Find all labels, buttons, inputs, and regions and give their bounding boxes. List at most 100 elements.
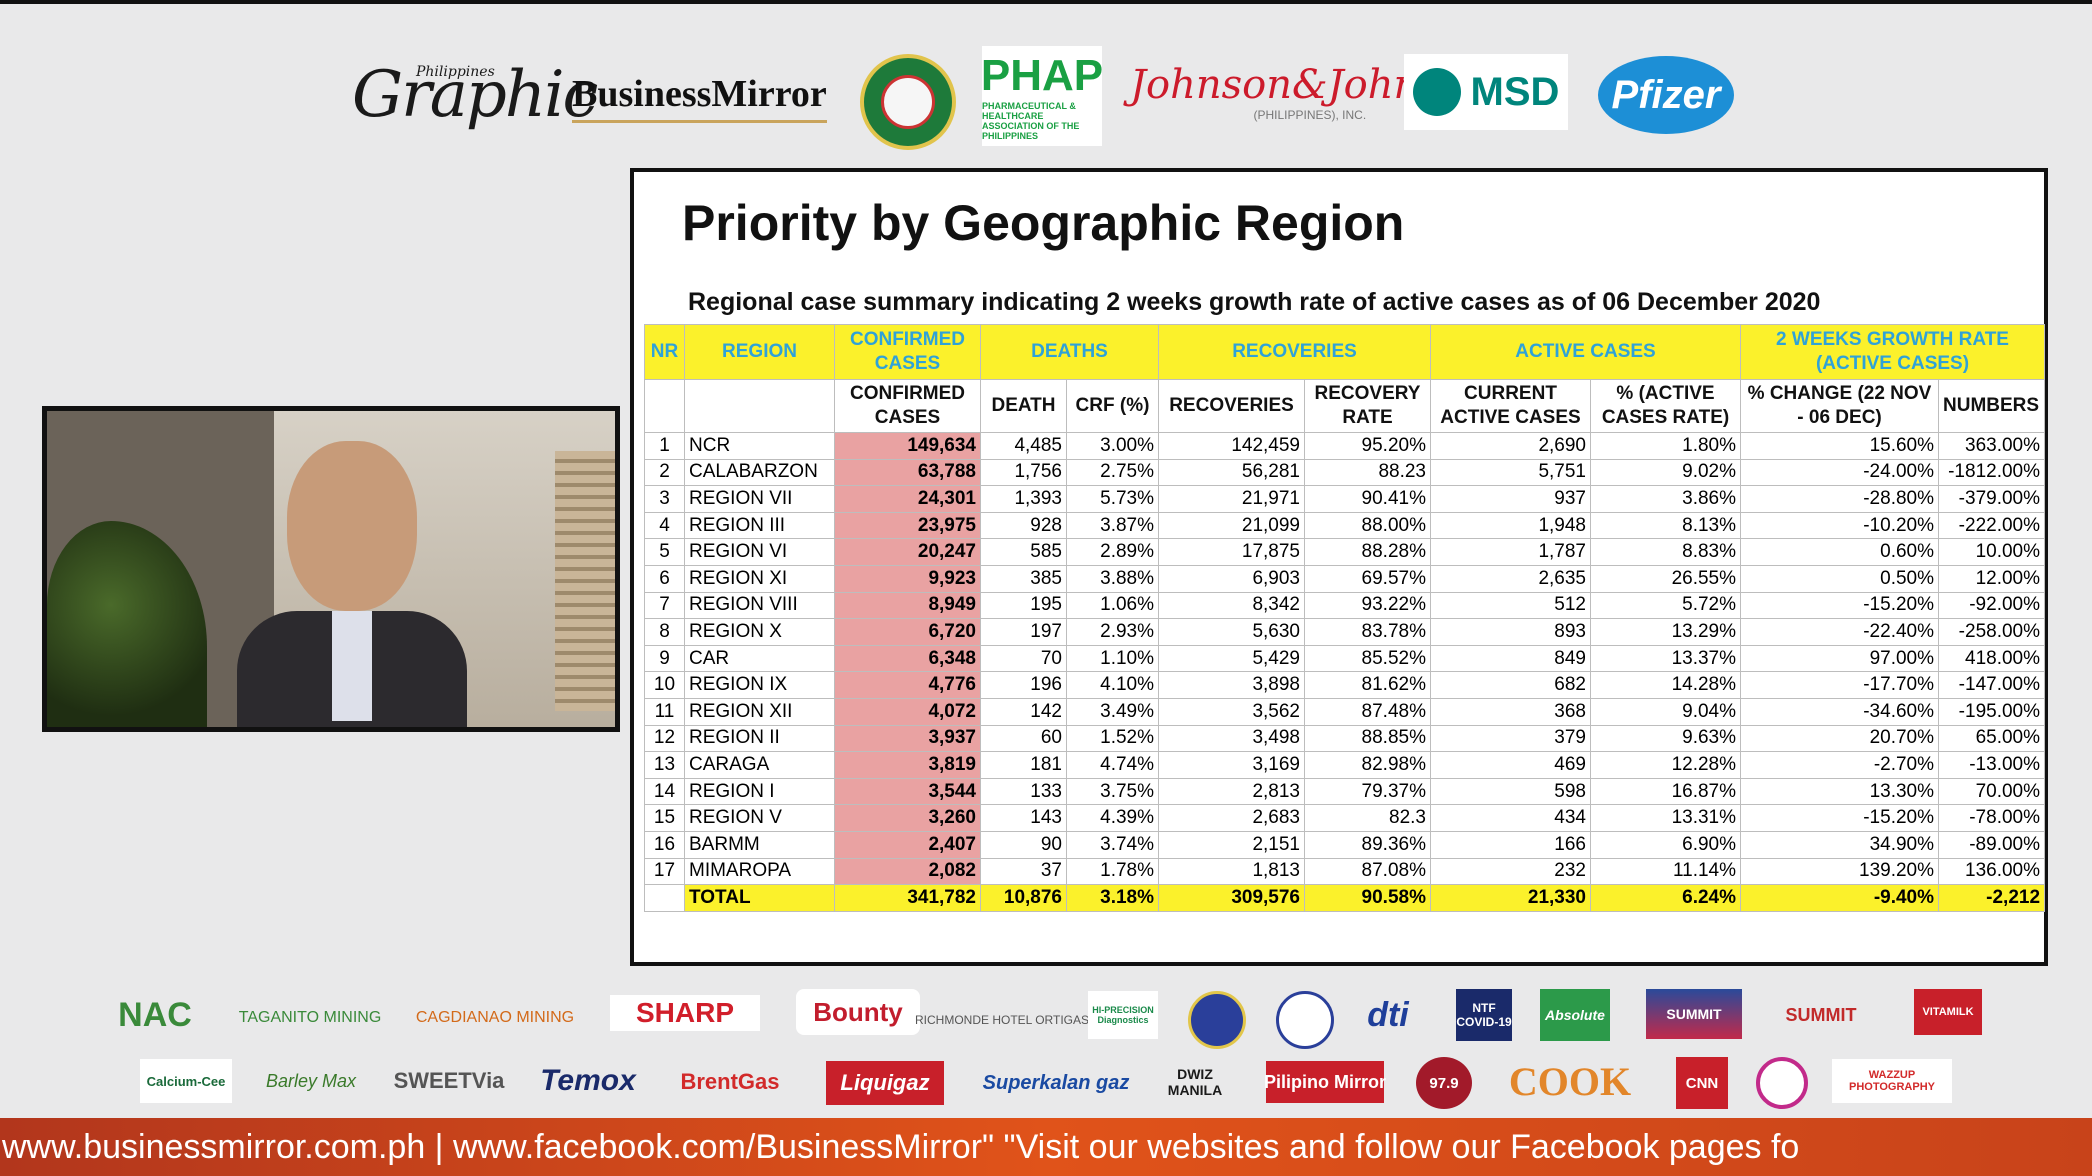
cagdianao-mining-logo: CAGDIANAO MINING [415,1009,575,1026]
cell-recoveries: 21,099 [1158,511,1305,540]
cell-death: 4,485 [980,432,1067,460]
superkalan-gaz-logo: Superkalan gaz [982,1071,1130,1094]
cell-numbers: -92.00% [1938,591,2046,620]
cell-confirmed: 2,407 [834,830,981,859]
cell-nr: 14 [644,777,685,806]
top-edge-bar [0,0,2092,4]
cell-pct_active: 1.80% [1589,432,1742,460]
cell-active: 682 [1430,671,1591,699]
sharp-logo: SHARP [610,995,760,1031]
table-row: 12 REGION II 3,937 60 1.52% 3,498 88.85% 379 9.6… [644,724,2046,753]
jnj-logo-small: (PHILIPPINES), INC. [1253,108,1367,122]
regional-case-table: NR REGION CONFIRMED CASES DEATHS RECOVER… [644,324,2046,912]
cell-death: 196 [980,671,1067,699]
cell-numbers: -89.00% [1938,830,2046,859]
cell-nr: 9 [644,644,685,673]
msd-mark-icon [1412,68,1461,116]
cell-death: 928 [980,511,1067,540]
cell-numbers: 12.00% [1938,564,2046,593]
cell-nr: 8 [644,618,685,646]
cell-pct_active: 16.87% [1589,777,1742,806]
cell-confirmed: 3,260 [834,804,981,832]
cell-recoveries: 1,813 [1158,857,1305,886]
sponsor-logos-bottom: NAC TAGANITO MINING CAGDIANAO MINING SHA… [90,985,1990,1115]
cell-recoveries: 56,281 [1158,458,1305,487]
cell-crf: 4.10% [1066,671,1159,699]
cell-rr: 81.62% [1304,671,1431,699]
cell-active: 434 [1430,804,1591,832]
cell-region: REGION XI [684,564,835,593]
total-recoveries: 309,576 [1158,884,1305,912]
cell-crf: 4.39% [1066,804,1159,832]
absolute-logo: Absolute [1540,989,1610,1041]
cell-numbers: -258.00% [1938,618,2046,646]
total-crf: 3.18% [1066,884,1159,912]
cell-active: 5,751 [1430,458,1591,487]
cell-pct_change: 0.60% [1740,538,1940,566]
col-deaths-group-header: DEATHS [980,324,1159,380]
cell-death: 195 [980,591,1067,620]
cell-rr: 69.57% [1304,564,1431,593]
cell-pct_change: 13.30% [1740,777,1940,806]
cell-death: 37 [980,857,1067,886]
table-row: 17 MIMAROPA 2,082 37 1.78% 1,813 87.08% 232 11.1… [644,857,2046,886]
cell-crf: 3.88% [1066,564,1159,593]
phap-logo-text: PHAP [980,51,1104,100]
cell-numbers: -1812.00% [1938,458,2046,487]
cell-pct_change: -10.20% [1740,511,1940,540]
table-row: 11 REGION XII 4,072 142 3.49% 3,562 87.48% 368 9… [644,697,2046,726]
cell-rr: 88.23 [1304,458,1431,487]
cell-recoveries: 2,151 [1158,830,1305,859]
cell-pct_change: -2.70% [1740,751,1940,779]
cell-pct_active: 9.63% [1589,724,1742,753]
cell-death: 585 [980,538,1067,566]
cell-confirmed: 23,975 [834,511,981,540]
cell-confirmed: 4,776 [834,671,981,699]
philippines-graphic-logo: Philippines Graphic [352,58,598,132]
cell-rr: 95.20% [1304,432,1431,460]
cell-pct_change: 0.50% [1740,564,1940,593]
cell-pct_change: -22.40% [1740,618,1940,646]
cell-nr: 13 [644,751,685,779]
col-active-group-header: ACTIVE CASES [1429,324,1742,380]
sub-death: DEATH [980,379,1067,433]
col-recoveries-group-header: RECOVERIES [1158,324,1431,380]
cell-rr: 87.48% [1304,697,1431,726]
cell-recoveries: 8,342 [1158,591,1305,620]
cell-crf: 4.74% [1066,751,1159,779]
cell-crf: 2.93% [1066,618,1159,646]
total-pct_active: 6.24% [1589,884,1742,912]
cell-pct_active: 6.90% [1589,830,1742,859]
news-ticker: www.businessmirror.com.ph | www.facebook… [0,1118,2092,1176]
cell-pct_active: 13.29% [1589,618,1742,646]
cell-pct_active: 12.28% [1589,751,1742,779]
cell-active: 379 [1430,724,1591,753]
summit-logo-2: SUMMIT [1785,1004,1857,1025]
speaker-video-tile[interactable] [42,406,620,732]
cell-confirmed: 2,082 [834,857,981,886]
cell-region: REGION III [684,511,835,540]
cell-region: REGION VII [684,485,835,513]
col-nr-header: NR [644,324,685,380]
cell-pct_active: 14.28% [1589,671,1742,699]
table-row: 9 CAR 6,348 70 1.10% 5,429 85.52% 849 13.37% 97.0… [644,644,2046,673]
cell-crf: 2.75% [1066,458,1159,487]
cell-death: 90 [980,830,1067,859]
table-row: 16 BARMM 2,407 90 3.74% 2,151 89.36% 166 6.90% 34… [644,830,2046,859]
government-seal-2-icon [1276,991,1334,1049]
cell-confirmed: 20,247 [834,538,981,566]
table-row: 5 REGION VI 20,247 585 2.89% 17,875 88.28% 1,78… [644,538,2046,566]
cell-nr: 16 [644,830,685,859]
cell-confirmed: 3,544 [834,777,981,806]
cell-region: REGION VI [684,538,835,566]
cell-death: 181 [980,751,1067,779]
cell-pct_change: 20.70% [1740,724,1940,753]
sub-current-active: CURRENT ACTIVE CASES [1430,379,1591,433]
cell-crf: 3.00% [1066,432,1159,460]
cell-active: 1,787 [1430,538,1591,566]
cell-recoveries: 2,813 [1158,777,1305,806]
cell-region: REGION X [684,618,835,646]
cell-recoveries: 21,971 [1158,485,1305,513]
cell-active: 469 [1430,751,1591,779]
cell-nr: 6 [644,564,685,593]
